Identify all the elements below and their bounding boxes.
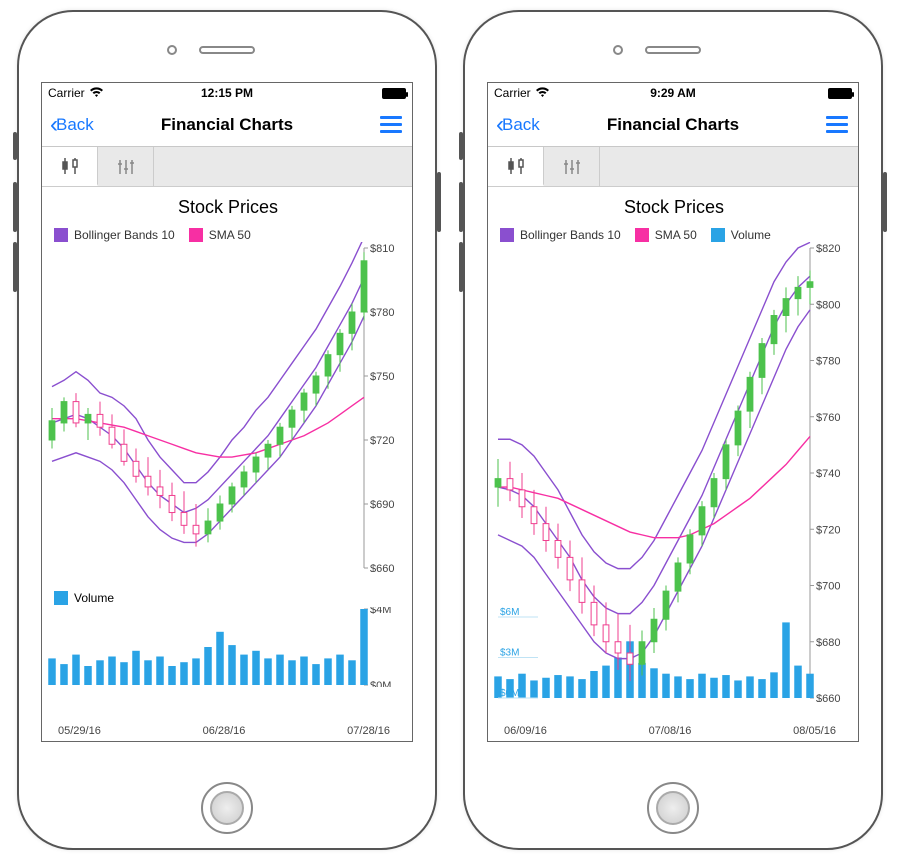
menu-button[interactable] bbox=[378, 110, 404, 139]
back-button[interactable]: ‹ Back bbox=[50, 113, 94, 137]
chart-title: Stock Prices bbox=[494, 197, 854, 218]
legend-bollinger: Bollinger Bands 10 bbox=[520, 228, 621, 242]
svg-text:$720: $720 bbox=[370, 435, 394, 447]
x-axis: 05/29/16 06/28/16 07/28/16 bbox=[48, 723, 408, 739]
speaker-icon bbox=[199, 46, 255, 54]
x-tick: 07/28/16 bbox=[347, 725, 390, 737]
candlestick-icon bbox=[505, 155, 527, 177]
back-label: Back bbox=[56, 115, 94, 135]
candlestick-icon bbox=[59, 155, 81, 177]
page-title: Financial Charts bbox=[42, 115, 412, 135]
screen-right: Carrier 9:29 AM ‹ Back Financial Charts bbox=[487, 82, 859, 742]
indicator-icon bbox=[561, 156, 583, 178]
svg-text:$780: $780 bbox=[816, 356, 840, 368]
legend-bollinger: Bollinger Bands 10 bbox=[74, 228, 175, 242]
camera-icon bbox=[613, 45, 623, 55]
svg-text:$810: $810 bbox=[370, 243, 394, 255]
svg-text:$690: $690 bbox=[370, 499, 394, 511]
volume-legend: Volume bbox=[54, 591, 408, 605]
bollinger-swatch-icon bbox=[54, 228, 68, 242]
chart-legend: Bollinger Bands 10 SMA 50 bbox=[54, 228, 408, 242]
x-tick: 07/08/16 bbox=[649, 725, 692, 737]
candlestick-tab[interactable] bbox=[488, 147, 544, 186]
home-button[interactable] bbox=[647, 782, 699, 834]
clock-label: 9:29 AM bbox=[488, 86, 858, 100]
indicator-icon bbox=[115, 156, 137, 178]
svg-text:$700: $700 bbox=[816, 581, 840, 593]
legend-volume: Volume bbox=[74, 591, 114, 605]
clock-label: 12:15 PM bbox=[42, 86, 412, 100]
menu-button[interactable] bbox=[824, 110, 850, 139]
svg-text:$0M: $0M bbox=[500, 688, 519, 699]
chart-area[interactable]: Stock Prices Bollinger Bands 10 SMA 50 V… bbox=[488, 187, 858, 741]
combined-plot[interactable]: $820 $800 $780 $760 $740 $720 $700 $680 $660 $6M $… bbox=[494, 242, 854, 723]
candlestick-tab[interactable] bbox=[42, 147, 98, 186]
svg-text:$750: $750 bbox=[370, 371, 394, 383]
page-title: Financial Charts bbox=[488, 115, 858, 135]
home-button[interactable] bbox=[201, 782, 253, 834]
svg-text:$4M: $4M bbox=[370, 607, 391, 616]
svg-text:$800: $800 bbox=[816, 299, 840, 311]
camera-icon bbox=[167, 45, 177, 55]
svg-text:$760: $760 bbox=[816, 412, 840, 424]
toolbar-spacer bbox=[600, 147, 858, 186]
chart-legend: Bollinger Bands 10 SMA 50 Volume bbox=[500, 228, 854, 242]
legend-volume: Volume bbox=[731, 228, 771, 242]
home-icon bbox=[656, 791, 690, 825]
svg-text:$780: $780 bbox=[370, 307, 394, 319]
svg-text:$720: $720 bbox=[816, 524, 840, 536]
price-plot[interactable]: $810 $780 $750 $720 $690 $660 bbox=[48, 242, 408, 589]
chart-title: Stock Prices bbox=[48, 197, 408, 218]
svg-text:$740: $740 bbox=[816, 468, 840, 480]
x-tick: 08/05/16 bbox=[793, 725, 836, 737]
status-bar: Carrier 9:29 AM bbox=[488, 83, 858, 103]
sma-swatch-icon bbox=[189, 228, 203, 242]
svg-text:$6M: $6M bbox=[500, 607, 519, 618]
battery-icon bbox=[382, 88, 406, 99]
hamburger-icon bbox=[826, 116, 848, 119]
svg-text:$820: $820 bbox=[816, 243, 840, 255]
phone-frame-right: Carrier 9:29 AM ‹ Back Financial Charts bbox=[463, 10, 883, 850]
battery-icon bbox=[828, 88, 852, 99]
svg-text:$0M: $0M bbox=[370, 680, 391, 687]
chart-toolbar bbox=[488, 147, 858, 187]
phone-frame-left: Carrier 12:15 PM ‹ Back Financial Charts bbox=[17, 10, 437, 850]
sma-swatch-icon bbox=[635, 228, 649, 242]
volume-swatch-icon bbox=[54, 591, 68, 605]
svg-text:$3M: $3M bbox=[500, 648, 519, 659]
volume-swatch-icon bbox=[711, 228, 725, 242]
x-tick: 06/09/16 bbox=[504, 725, 547, 737]
volume-plot[interactable]: $4M $0M bbox=[48, 607, 408, 723]
home-icon bbox=[210, 791, 244, 825]
svg-text:$680: $680 bbox=[816, 637, 840, 649]
x-tick: 06/28/16 bbox=[203, 725, 246, 737]
indicator-tab[interactable] bbox=[544, 147, 600, 186]
hamburger-icon bbox=[380, 116, 402, 119]
indicator-tab[interactable] bbox=[98, 147, 154, 186]
svg-text:$660: $660 bbox=[370, 563, 394, 572]
legend-sma: SMA 50 bbox=[209, 228, 251, 242]
x-axis: 06/09/16 07/08/16 08/05/16 bbox=[494, 723, 854, 739]
status-bar: Carrier 12:15 PM bbox=[42, 83, 412, 103]
toolbar-spacer bbox=[154, 147, 412, 186]
back-label: Back bbox=[502, 115, 540, 135]
back-button[interactable]: ‹ Back bbox=[496, 113, 540, 137]
navigation-bar: ‹ Back Financial Charts bbox=[488, 103, 858, 147]
legend-sma: SMA 50 bbox=[655, 228, 697, 242]
svg-text:$660: $660 bbox=[816, 693, 840, 702]
speaker-icon bbox=[645, 46, 701, 54]
x-tick: 05/29/16 bbox=[58, 725, 101, 737]
chart-toolbar bbox=[42, 147, 412, 187]
chart-area[interactable]: Stock Prices Bollinger Bands 10 SMA 50 $… bbox=[42, 187, 412, 741]
navigation-bar: ‹ Back Financial Charts bbox=[42, 103, 412, 147]
screen-left: Carrier 12:15 PM ‹ Back Financial Charts bbox=[41, 82, 413, 742]
bollinger-swatch-icon bbox=[500, 228, 514, 242]
